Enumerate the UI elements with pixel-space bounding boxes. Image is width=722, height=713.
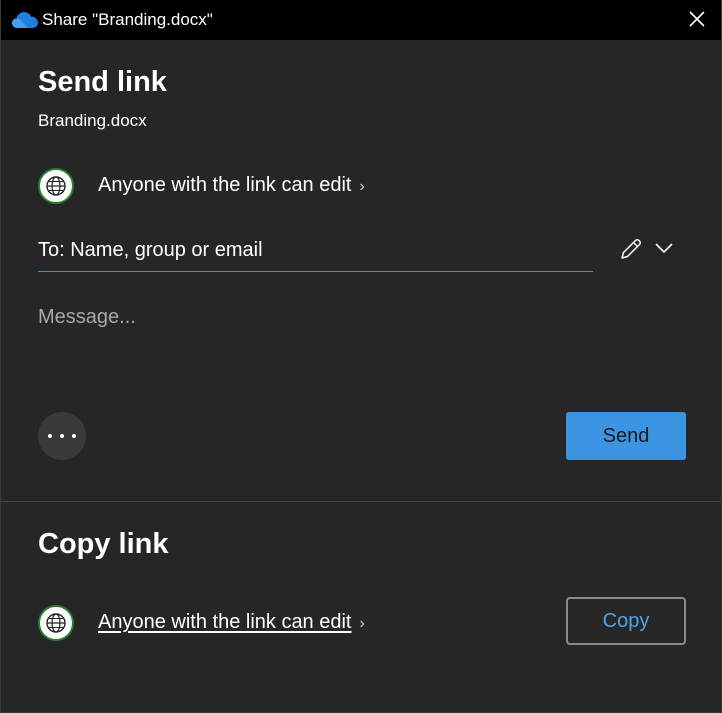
share-dialog: Share "Branding.docx" Send link Branding… — [0, 0, 722, 713]
section-divider — [1, 501, 721, 502]
copy-link-permission-text: Anyone with the link can edit — [98, 611, 352, 633]
chevron-right-icon: › — [359, 178, 365, 195]
window-title: Share "Branding.docx" — [42, 10, 213, 29]
send-link-heading: Send link — [38, 66, 167, 98]
recipient-field[interactable] — [38, 234, 593, 272]
more-options-icon — [48, 434, 52, 438]
more-options-button[interactable] — [38, 412, 86, 460]
message-input[interactable] — [38, 306, 678, 386]
file-name: Branding.docx — [38, 111, 147, 130]
copy-link-permission-link[interactable]: Anyone with the link can edit › — [98, 611, 365, 634]
pencil-icon[interactable] — [618, 236, 644, 262]
copy-button[interactable]: Copy — [566, 597, 686, 645]
globe-icon — [38, 605, 74, 641]
send-link-permission-text: Anyone with the link can edit — [98, 174, 352, 196]
recipient-input[interactable] — [38, 234, 593, 266]
onedrive-cloud-icon — [12, 12, 38, 28]
more-options-dot — [72, 434, 76, 438]
send-button[interactable]: Send — [566, 412, 686, 460]
copy-link-heading: Copy link — [38, 528, 169, 560]
chevron-down-icon[interactable] — [653, 240, 675, 256]
more-options-dot — [60, 434, 64, 438]
close-icon[interactable] — [688, 10, 706, 28]
title-bar: Share "Branding.docx" — [1, 0, 721, 40]
globe-icon — [38, 168, 74, 204]
send-link-permission-link[interactable]: Anyone with the link can edit › — [98, 174, 365, 197]
chevron-right-icon: › — [359, 615, 365, 632]
